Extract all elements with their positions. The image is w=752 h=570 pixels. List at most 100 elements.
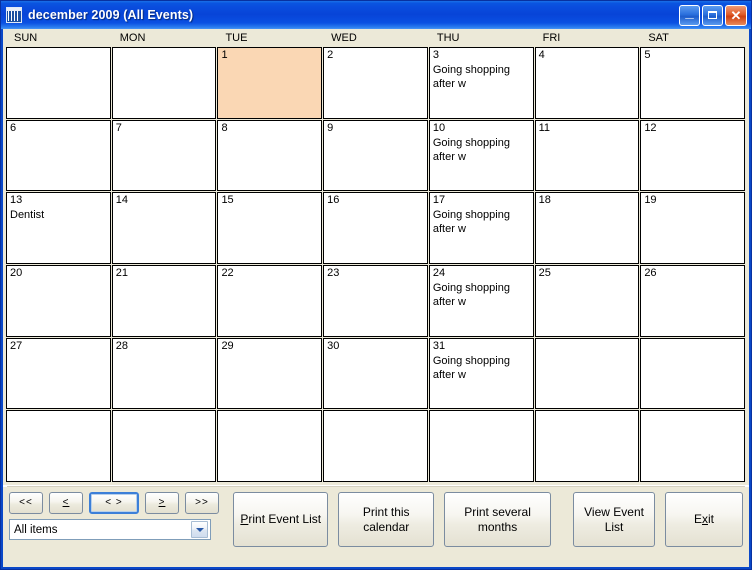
last-month-button[interactable]: >> [185, 492, 219, 514]
calendar-cell-day-29[interactable]: 29 [217, 337, 323, 410]
calendar-cell-empty[interactable] [640, 410, 746, 483]
close-button[interactable]: ✕ [725, 4, 747, 26]
day-number: 17 [432, 194, 446, 207]
maximize-icon [703, 6, 722, 25]
calendar-cell-day-22[interactable]: 22 [217, 265, 323, 337]
first-month-label: << [19, 497, 33, 508]
exit-button[interactable]: Exit [665, 492, 743, 547]
calendar-cell-day-25[interactable]: 25 [534, 265, 640, 337]
view-event-list-line1: View Event [584, 504, 644, 519]
calendar-cell-day-2[interactable]: 2 [323, 47, 428, 119]
event-list: Going shopping after w [433, 208, 531, 236]
calendar-cell-empty[interactable] [217, 410, 323, 483]
client-area: SUN MON TUE WED THU FRI SAT 1 2 3 Going shopping a… [3, 29, 749, 567]
calendar-cell-day-24[interactable]: 24 Going shopping after w [428, 265, 534, 337]
calendar-cell-empty[interactable] [323, 410, 428, 483]
print-several-months-button[interactable]: Print several months [443, 492, 552, 547]
print-event-list-button[interactable]: Print Event List [233, 492, 329, 547]
close-icon: ✕ [730, 7, 742, 23]
minimize-button[interactable]: _ [679, 4, 700, 26]
calendar-cell-day-28[interactable]: 28 [111, 337, 217, 410]
previous-month-label: < [62, 497, 70, 508]
window-title: december 2009 (All Events) [28, 8, 194, 22]
calendar-cell-day-21[interactable]: 21 [111, 265, 217, 337]
event-list: Going shopping after w [433, 63, 531, 91]
title-bar[interactable]: december 2009 (All Events) _ ✕ [1, 1, 751, 29]
day-number: 26 [644, 267, 657, 280]
calendar-cell-day-14[interactable]: 14 [111, 192, 217, 265]
calendar-cell-empty[interactable] [640, 337, 746, 410]
calendar-cell-empty[interactable] [534, 337, 640, 410]
calendar-cell-empty[interactable] [111, 410, 217, 483]
calendar-cell-day-6[interactable]: 6 [6, 119, 111, 192]
day-number: 11 [538, 121, 551, 134]
first-month-button[interactable]: << [9, 492, 43, 514]
calendar-cell-empty[interactable] [111, 47, 217, 119]
calendar-week-row: 20 21 22 23 24 Going shopping after w 25 26 [6, 265, 746, 338]
navigation-cluster: << < < > > >> All items [9, 492, 221, 540]
view-event-list-label: View Event List [584, 505, 644, 535]
calendar-grid-icon [6, 7, 22, 23]
event-list: Dentist [10, 208, 108, 222]
event-list: Going shopping after w [433, 281, 531, 309]
next-month-label: > [158, 497, 166, 508]
calendar-cell-empty[interactable] [428, 410, 534, 483]
window-controls: _ ✕ [679, 4, 749, 26]
calendar-cell-day-11[interactable]: 11 [534, 119, 640, 192]
next-month-button[interactable]: > [145, 492, 179, 514]
day-number: 31 [432, 339, 446, 352]
event-text-line: after w [432, 223, 466, 236]
day-number: 14 [115, 194, 128, 207]
current-month-button[interactable]: < > [89, 492, 139, 514]
calendar-cell-day-15[interactable]: 15 [217, 192, 323, 265]
calendar-cell-empty[interactable] [6, 410, 111, 483]
navigation-buttons: << < < > > >> [9, 492, 221, 514]
calendar-week-row: 6 7 8 9 10 Going shopping after w 11 12 [6, 119, 746, 193]
calendar-cell-empty[interactable] [6, 47, 111, 119]
calendar-cell-empty[interactable] [534, 410, 640, 483]
previous-month-button[interactable]: < [49, 492, 83, 514]
calendar-cell-day-31[interactable]: 31 Going shopping after w [428, 337, 534, 410]
calendar-cell-day-13[interactable]: 13 Dentist [6, 192, 111, 265]
day-number: 27 [10, 339, 23, 352]
day-number: 15 [221, 194, 234, 207]
calendar-cell-day-7[interactable]: 7 [111, 119, 217, 192]
event-list: Going shopping after w [433, 354, 531, 382]
calendar-cell-day-16[interactable]: 16 [323, 192, 428, 265]
view-event-list-button[interactable]: View Event List [573, 492, 655, 547]
event-filter-dropdown[interactable]: All items [9, 519, 211, 540]
calendar-cell-day-8[interactable]: 8 [217, 119, 323, 192]
print-several-months-label: Print several months [464, 504, 531, 534]
calendar-cell-day-20[interactable]: 20 [6, 265, 111, 337]
calendar-grid: 1 2 3 Going shopping after w 4 5 6 7 8 9 10 Going sh… [3, 47, 749, 485]
calendar-cell-day-17[interactable]: 17 Going shopping after w [428, 192, 534, 265]
calendar-cell-day-26[interactable]: 26 [640, 265, 746, 337]
calendar-cell-day-23[interactable]: 23 [323, 265, 428, 337]
calendar-cell-day-18[interactable]: 18 [534, 192, 640, 265]
calendar-cell-day-10[interactable]: 10 Going shopping after w [428, 119, 534, 192]
calendar-cell-day-1[interactable]: 1 [217, 47, 323, 119]
view-event-list-line2: List [604, 519, 624, 534]
print-event-list-label: Print Event List [240, 512, 322, 526]
day-number: 18 [538, 194, 551, 207]
calendar-cell-day-30[interactable]: 30 [323, 337, 428, 410]
calendar-cell-day-5[interactable]: 5 [640, 47, 746, 119]
calendar-week-row: 27 28 29 30 31 Going shopping after w [6, 337, 746, 411]
calendar-cell-day-4[interactable]: 4 [534, 47, 640, 119]
calendar-cell-day-27[interactable]: 27 [6, 337, 111, 410]
calendar-cell-day-12[interactable]: 12 [640, 119, 746, 192]
event-filter-value: All items [14, 523, 58, 536]
calendar-cell-day-19[interactable]: 19 [640, 192, 746, 265]
event-text-line: after w [432, 296, 466, 309]
calendar-cell-day-3[interactable]: 3 Going shopping after w [428, 47, 534, 119]
day-number: 1 [221, 49, 228, 61]
day-header-sun: SUN [14, 32, 38, 44]
maximize-button[interactable] [702, 4, 723, 26]
day-number: 8 [221, 121, 228, 134]
chevron-down-icon[interactable] [191, 521, 208, 538]
day-header-sat: SAT [648, 32, 669, 44]
print-this-calendar-button[interactable]: Print this calendar [338, 492, 434, 547]
event-text-line: Going shopping [432, 354, 510, 367]
print-this-calendar-label: Print this calendar [362, 504, 410, 534]
calendar-cell-day-9[interactable]: 9 [323, 119, 428, 192]
